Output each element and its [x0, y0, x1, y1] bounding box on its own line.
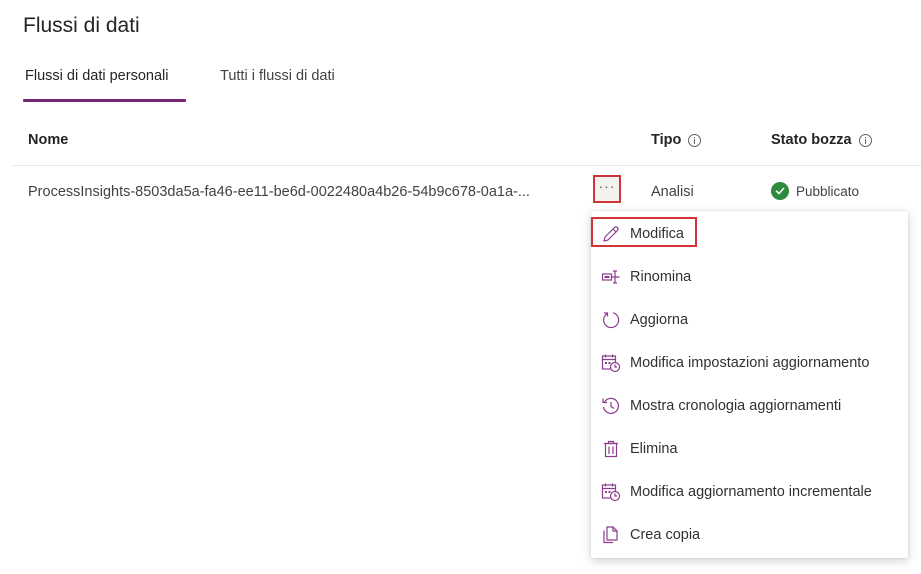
context-menu: Modifica Rinomina Aggiorna Modifica impo… — [591, 211, 908, 558]
calendar-clock-icon — [600, 352, 621, 373]
pencil-icon — [600, 223, 621, 244]
checkmark-icon — [771, 182, 789, 200]
menu-item-rename[interactable]: Rinomina — [591, 255, 908, 298]
menu-item-refresh-history[interactable]: Mostra cronologia aggiornamenti — [591, 384, 908, 427]
menu-item-label: Rinomina — [630, 268, 692, 285]
more-options-button[interactable]: ··· — [593, 175, 621, 203]
column-header-draft-status[interactable]: Stato bozza — [771, 132, 872, 148]
menu-item-label: Modifica — [630, 225, 684, 242]
trash-icon — [600, 438, 621, 459]
refresh-icon — [600, 309, 621, 330]
menu-item-label: Aggiorna — [630, 311, 689, 328]
page-title: Flussi di dati — [23, 14, 140, 37]
menu-item-label: Mostra cronologia aggiornamenti — [630, 397, 842, 414]
info-icon[interactable] — [688, 133, 702, 147]
table-header: Nome Tipo Stato bozza — [13, 120, 921, 166]
tab-my-dataflows[interactable]: Flussi di dati personali — [23, 64, 170, 88]
dataflow-name[interactable]: ProcessInsights-8503da5a-fa46-ee11-be6d-… — [28, 184, 530, 200]
tab-all-dataflows[interactable]: Tutti i flussi di dati — [218, 64, 337, 88]
copy-icon — [600, 524, 621, 545]
rename-icon — [600, 266, 621, 287]
column-header-draft-status-label: Stato bozza — [771, 132, 852, 148]
active-tab-indicator — [23, 99, 186, 102]
menu-item-label: Modifica impostazioni aggiornamento — [630, 354, 870, 371]
status-badge: Pubblicato — [771, 182, 859, 200]
menu-item-label: Modifica aggiornamento incrementale — [630, 483, 872, 500]
column-header-name-label: Nome — [28, 132, 69, 148]
history-icon — [600, 395, 621, 416]
menu-item-edit-refresh-settings[interactable]: Modifica impostazioni aggiornamento — [591, 341, 908, 384]
menu-item-create-copy[interactable]: Crea copia — [591, 513, 908, 556]
status-label: Pubblicato — [796, 183, 860, 199]
menu-item-edit[interactable]: Modifica — [591, 212, 908, 255]
column-header-type-label: Tipo — [651, 132, 682, 148]
dataflow-type: Analisi — [651, 184, 694, 200]
menu-item-delete[interactable]: Elimina — [591, 427, 908, 470]
menu-item-label: Elimina — [630, 440, 678, 457]
menu-item-label: Crea copia — [630, 526, 701, 543]
info-icon[interactable] — [858, 133, 872, 147]
column-header-name[interactable]: Nome — [28, 132, 68, 148]
calendar-clock-icon — [600, 481, 621, 502]
ellipsis-icon: ··· — [598, 178, 616, 194]
column-header-type[interactable]: Tipo — [651, 132, 702, 148]
menu-item-edit-incremental-refresh[interactable]: Modifica aggiornamento incrementale — [591, 470, 908, 513]
menu-item-refresh[interactable]: Aggiorna — [591, 298, 908, 341]
